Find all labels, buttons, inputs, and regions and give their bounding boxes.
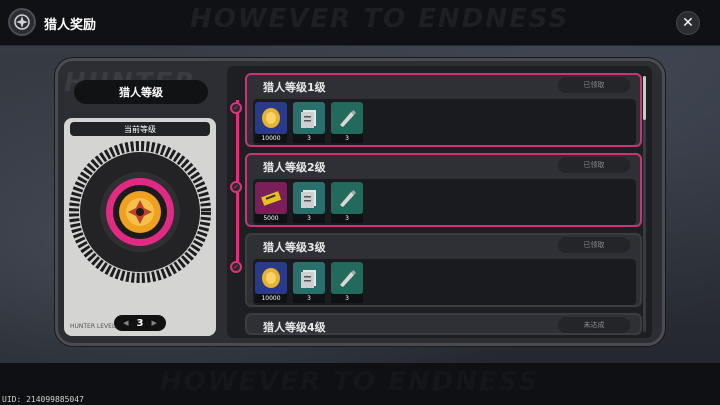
level-value: 3 (136, 317, 144, 329)
item-count: 3 (331, 134, 363, 143)
item-count: 3 (331, 294, 363, 303)
check-icon: ✓ (230, 102, 242, 114)
claim-status-button[interactable]: 已领取 (558, 157, 630, 173)
row-title: 猎人等级3级 (263, 241, 326, 254)
item-count: 5000 (255, 214, 287, 223)
tool-icon (331, 182, 363, 214)
item-count: 10000 (255, 134, 287, 143)
check-icon: ✓ (230, 261, 242, 273)
level-badge-icon (69, 141, 211, 283)
reward-item[interactable]: 3 (293, 262, 325, 303)
bottom-bar: HOWEVER TO ENDNESS (0, 363, 720, 405)
reward-item[interactable]: 3 (331, 182, 363, 223)
reward-item[interactable]: 3 (293, 182, 325, 223)
header-watermark: HOWEVER TO ENDNESS (190, 4, 570, 34)
claim-status-button[interactable]: 已领取 (558, 77, 630, 93)
item-count: 3 (331, 214, 363, 223)
reward-item[interactable]: 10000 (255, 262, 287, 303)
reward-row: 猎人等级1级 已领取 10000 3 3 (245, 73, 642, 147)
tool-icon (331, 262, 363, 294)
page-title: 猎人奖励 (44, 18, 97, 33)
reward-item[interactable]: 3 (293, 102, 325, 143)
row-title: 猎人等级4级 (263, 321, 326, 334)
row-title: 猎人等级2级 (263, 161, 326, 174)
gold-coin-icon (255, 262, 287, 294)
chevron-left-icon: ◀ (123, 319, 129, 327)
close-button[interactable]: ✕ (676, 11, 700, 35)
uid-label: UID: 214099885047 (2, 395, 84, 404)
reward-item[interactable]: 3 (331, 262, 363, 303)
level-indicator: ◀ 3 ▶ (114, 315, 166, 331)
gold-coin-icon (255, 102, 287, 134)
top-bar: HOWEVER TO ENDNESS 猎人奖励 ✕ (0, 0, 720, 46)
reward-item[interactable]: 5000 (255, 182, 287, 223)
footer-watermark: HOWEVER TO ENDNESS (160, 367, 540, 397)
reward-row: 猎人等级2级 已领取 5000 3 3 (245, 153, 642, 227)
claim-status-button[interactable]: 已领取 (558, 237, 630, 253)
document-icon (293, 182, 325, 214)
ticket-icon (255, 182, 287, 214)
hunter-level-title: 猎人等级 (74, 80, 208, 104)
row-title: 猎人等级1级 (263, 81, 326, 94)
item-count: 3 (293, 134, 325, 143)
card-caption: HUNTER LEVEL (70, 323, 116, 330)
reward-item[interactable]: 3 (331, 102, 363, 143)
level-card: 当前等级 ◀ 3 ▶ HUNTER LEVEL (64, 118, 216, 336)
claim-status-button[interactable]: 未达成 (558, 317, 630, 333)
hunter-level-panel: HUNTER 猎人等级 当前等级 ◀ 3 ▶ HUNTER LEVEL (62, 66, 220, 338)
item-count: 3 (293, 294, 325, 303)
reward-row: 猎人等级3级 已领取 10000 3 3 (245, 233, 642, 307)
document-icon (293, 102, 325, 134)
scrollbar-thumb[interactable] (643, 76, 646, 120)
close-icon: ✕ (682, 15, 694, 31)
tool-icon (331, 102, 363, 134)
reward-row: 猎人等级4级 未达成 (245, 313, 642, 335)
reward-item[interactable]: 10000 (255, 102, 287, 143)
check-icon: ✓ (230, 181, 242, 193)
menu-logo-icon[interactable] (8, 8, 36, 36)
item-count: 3 (293, 214, 325, 223)
item-count: 10000 (255, 294, 287, 303)
chevron-right-icon: ▶ (151, 319, 157, 327)
document-icon (293, 262, 325, 294)
